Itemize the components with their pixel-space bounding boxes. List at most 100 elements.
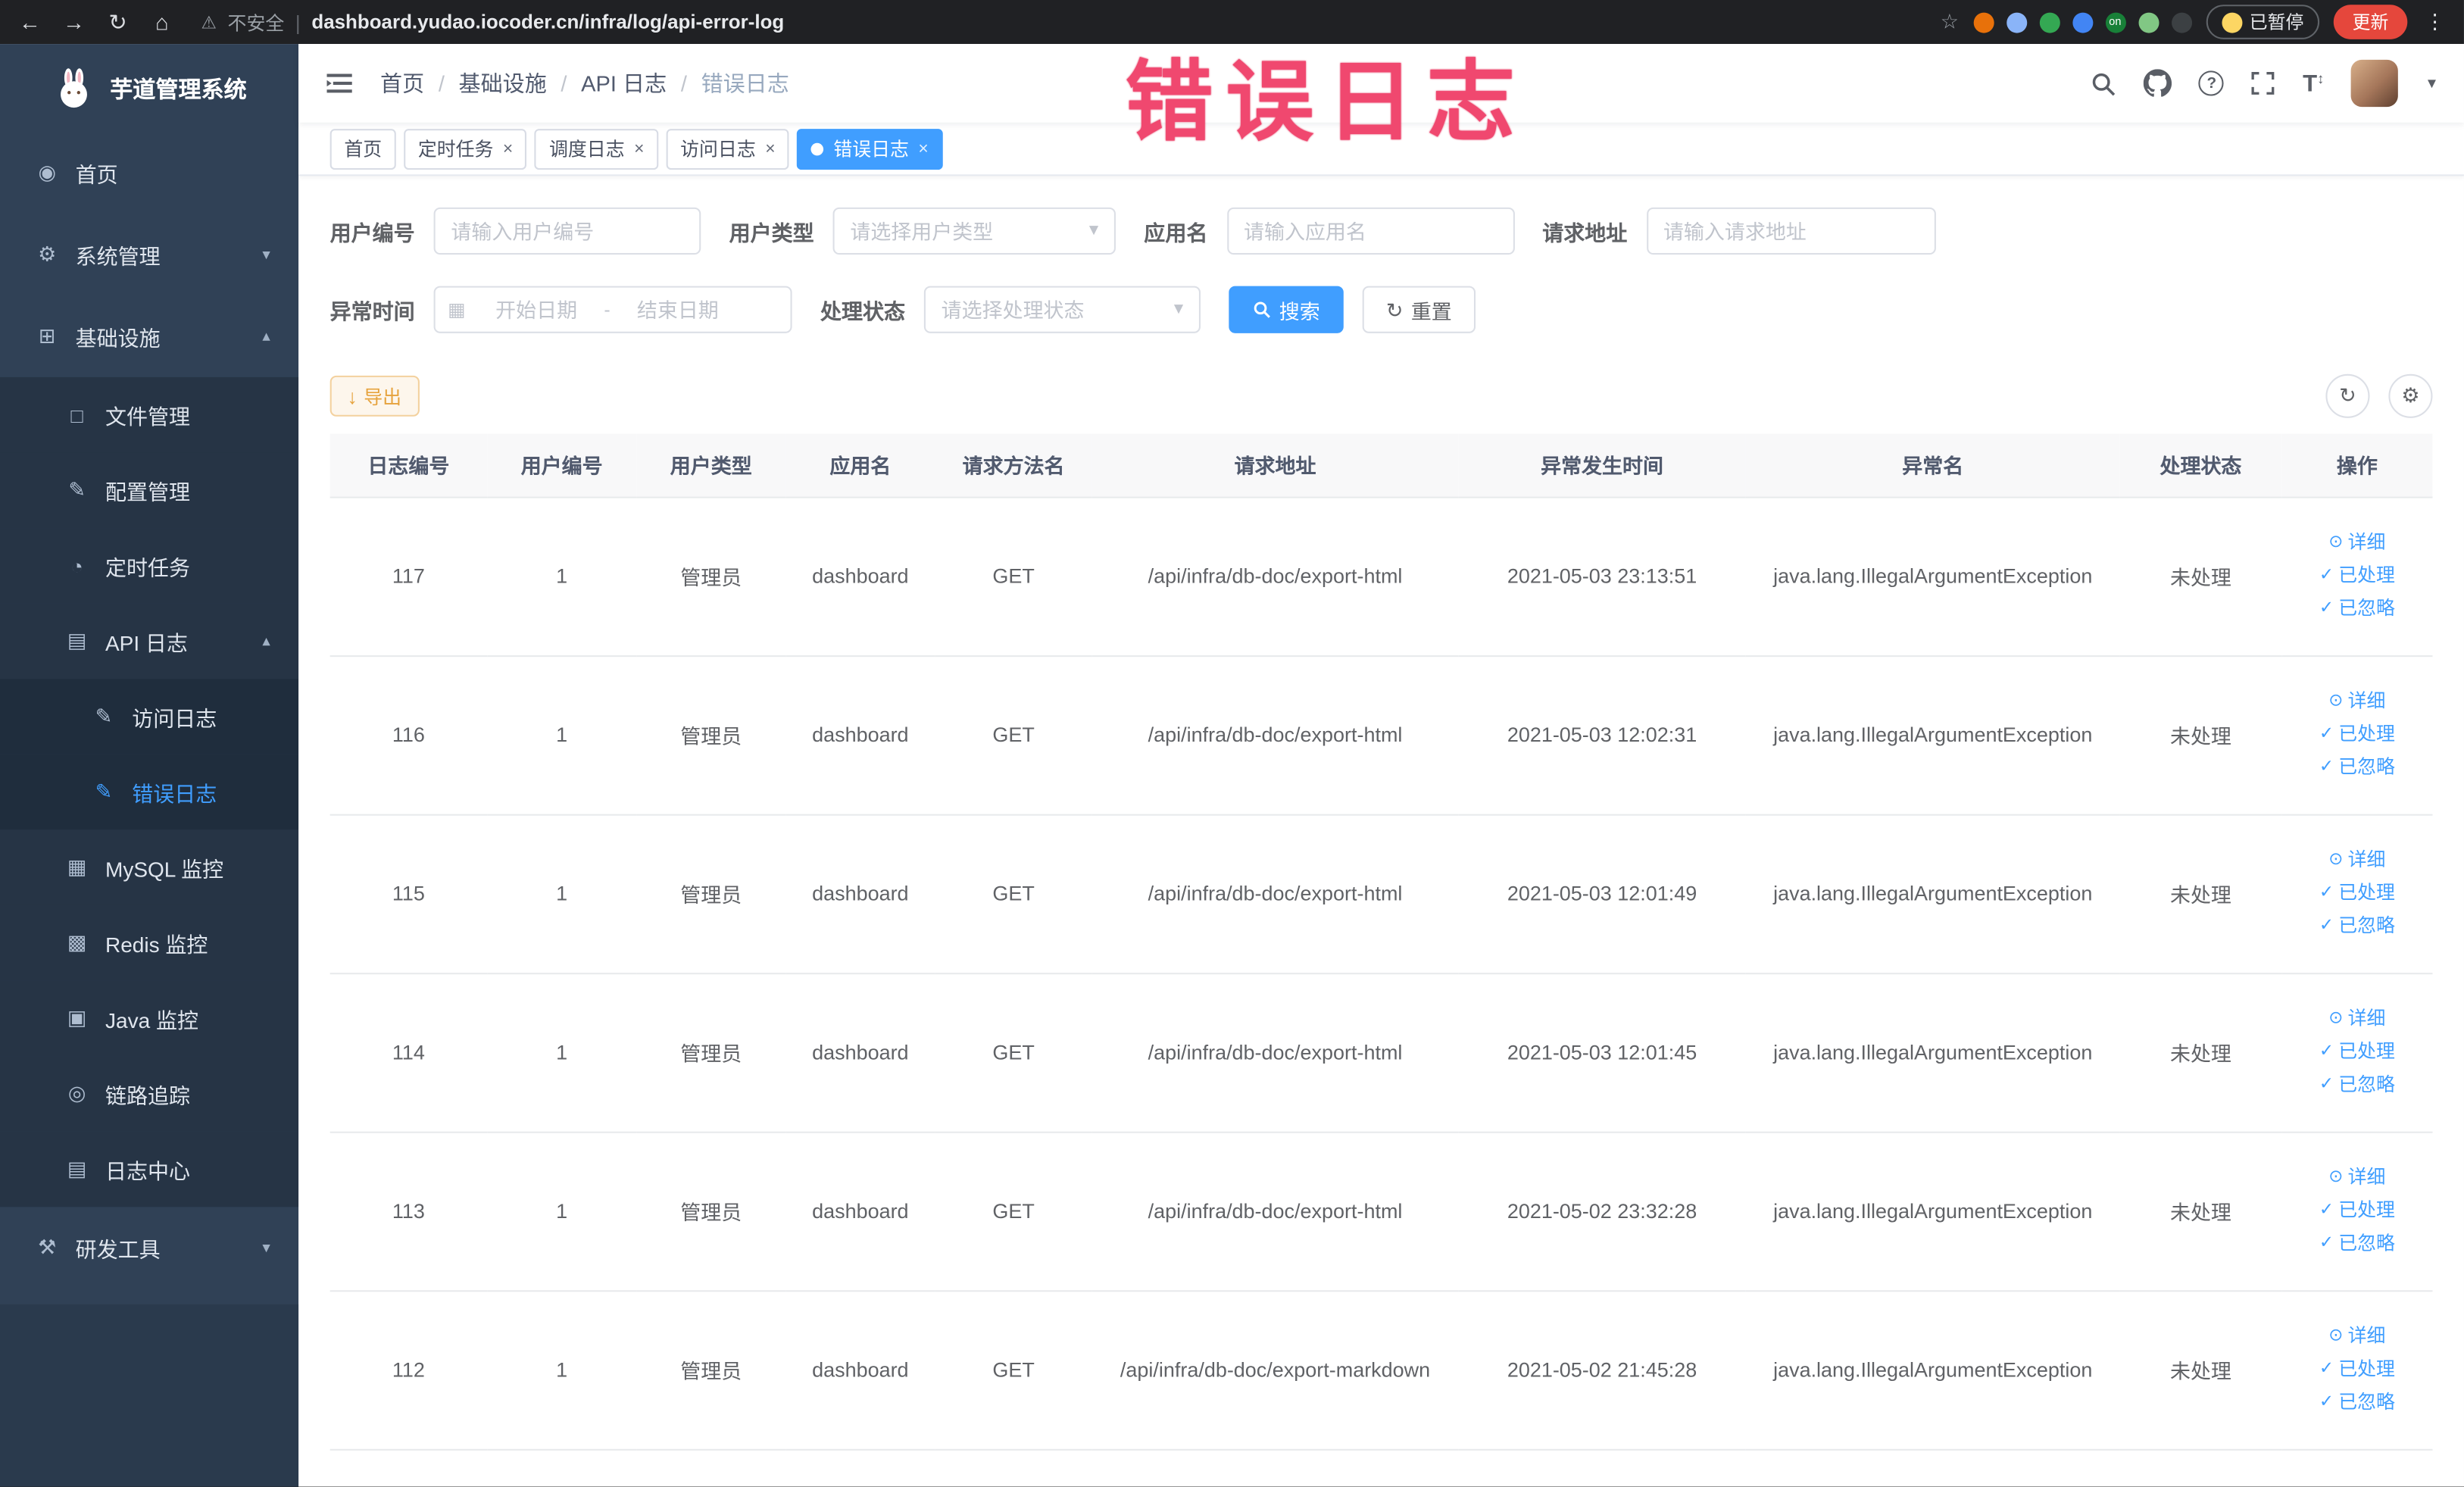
user-type-select[interactable] <box>832 207 1116 255</box>
mark-ignored-link[interactable]: ✓ 已忽略 <box>2288 910 2427 943</box>
address-bar[interactable]: ⚠ 不安全 | dashboard.yudao.iocoder.cn/infra… <box>201 8 1925 35</box>
tab-item[interactable]: 定时任务 × <box>404 128 527 170</box>
mark-ignored-link[interactable]: ✓ 已忽略 <box>2288 1227 2427 1261</box>
bookmark-star-icon[interactable]: ☆ <box>1941 9 1959 34</box>
sidebar-item[interactable]: ⚒ 研发工具 ▾ <box>0 1207 298 1289</box>
export-button[interactable]: ↓ 导出 <box>329 375 419 417</box>
detail-link[interactable]: ⊙ 详细 <box>2288 1161 2427 1195</box>
cell-user-id: 1 <box>487 973 637 1132</box>
extension-icon-orange[interactable] <box>1972 11 1994 33</box>
mark-processed-link[interactable]: ✓ 已处理 <box>2288 1195 2427 1228</box>
mark-processed-link[interactable]: ✓ 已处理 <box>2288 877 2427 911</box>
font-size-icon[interactable]: T↕ <box>2303 70 2324 96</box>
reset-button[interactable]: ↻ 重置 <box>1362 286 1476 333</box>
fullscreen-icon[interactable] <box>2251 70 2276 95</box>
error-log-table: 日志编号 用户编号 用户类型 应用名 请求方法名 请求地址 异常发生时间 异常名 处理状态 操作 … <box>329 433 2433 1450</box>
start-date-input[interactable] <box>472 298 601 322</box>
mark-processed-link[interactable]: ✓ 已处理 <box>2288 718 2427 751</box>
home-icon[interactable]: ⌂ <box>148 9 176 34</box>
detail-link[interactable]: ⊙ 详细 <box>2288 526 2427 560</box>
tab-close-icon[interactable]: × <box>918 139 928 158</box>
extension-icon-green-circle[interactable] <box>2038 11 2060 33</box>
mark-ignored-link[interactable]: ✓ 已忽略 <box>2288 592 2427 626</box>
breadcrumb-item[interactable]: 首页 <box>380 67 424 98</box>
mark-processed-link[interactable]: ✓ 已处理 <box>2288 560 2427 593</box>
breadcrumb-item[interactable]: API 日志 <box>581 67 667 98</box>
tab-item[interactable]: 错误日志 × <box>797 128 943 170</box>
cell-actions: ⊙ 详细 ✓ 已处理 ✓ 已忽略 <box>2281 1131 2433 1292</box>
sidebar-item[interactable]: ◔ 定时任务 <box>0 528 299 604</box>
sidebar-item[interactable]: ◉ 首页 <box>0 132 298 214</box>
breadcrumb-item[interactable]: 基础设施 <box>459 67 547 98</box>
sidebar-item[interactable]: ▤ 日志中心 <box>0 1131 299 1207</box>
sidebar-item[interactable]: □ 文件管理 <box>0 376 299 453</box>
paused-pill[interactable]: 已暂停 <box>2205 5 2320 39</box>
process-status-select[interactable] <box>923 286 1201 333</box>
sidebar-item[interactable]: ⊞ 基础设施 ▴ <box>0 295 298 377</box>
sidebar-item[interactable]: ▦ MySQL 监控 <box>0 829 299 905</box>
end-date-input[interactable] <box>613 298 742 322</box>
help-icon[interactable]: ? <box>2199 70 2225 96</box>
tab-item[interactable]: 调度日志 × <box>535 128 659 170</box>
column-header: 请求方法名 <box>935 433 1092 498</box>
forward-icon[interactable]: → <box>60 9 88 34</box>
sidebar-item[interactable]: ✎ 配置管理 <box>0 452 299 529</box>
sidebar-item[interactable]: ✎ 错误日志 <box>0 754 299 830</box>
cell-exception-time: 2021-05-03 23:13:51 <box>1458 496 1746 657</box>
detail-link[interactable]: ⊙ 详细 <box>2288 844 2427 877</box>
tab-close-icon[interactable]: × <box>634 139 644 158</box>
sidebar-item[interactable]: ▣ Java 监控 <box>0 980 299 1057</box>
extension-icon-blue-grid[interactable] <box>2072 11 2093 33</box>
tab-close-icon[interactable]: × <box>765 139 775 158</box>
detail-link[interactable]: ⊙ 详细 <box>2288 1320 2427 1354</box>
column-settings-button[interactable]: ⚙ <box>2388 373 2433 418</box>
mark-processed-link[interactable]: ✓ 已处理 <box>2288 1036 2427 1069</box>
mysql-icon: ▦ <box>67 854 87 879</box>
update-button[interactable]: 更新 <box>2333 5 2408 39</box>
detail-link[interactable]: ⊙ 详细 <box>2288 1003 2427 1036</box>
sidebar-item[interactable]: ◎ 链路追踪 <box>0 1056 299 1132</box>
cell-status: 未处理 <box>2119 973 2282 1132</box>
breadcrumb-separator: / <box>561 70 567 96</box>
mark-processed-link[interactable]: ✓ 已处理 <box>2288 1353 2427 1386</box>
extension-icon-leaf[interactable] <box>2138 11 2159 33</box>
app-name-input[interactable] <box>1226 207 1514 255</box>
date-range-picker[interactable]: ▦ - <box>433 286 792 333</box>
sidebar-item[interactable]: ▤ API 日志 ▴ <box>0 603 299 679</box>
detail-link[interactable]: ⊙ 详细 <box>2288 686 2427 719</box>
cell-log-id: 114 <box>329 973 488 1132</box>
user-id-input[interactable] <box>433 207 701 255</box>
reload-icon[interactable]: ↻ <box>104 8 132 35</box>
sidebar-item[interactable]: ⚙ 系统管理 ▾ <box>0 214 298 295</box>
logo-area[interactable]: 芋道管理系统 <box>0 44 298 132</box>
extension-icon-on-badge[interactable]: on <box>2104 11 2125 33</box>
mark-ignored-link[interactable]: ✓ 已忽略 <box>2288 1069 2427 1102</box>
sidebar-item[interactable]: ▩ Redis 监控 <box>0 904 299 981</box>
sidebar-item[interactable]: ✎ 访问日志 <box>0 679 299 754</box>
sidebar-filler <box>0 1304 299 1487</box>
refresh-table-button[interactable]: ↻ <box>2325 373 2370 418</box>
github-icon[interactable] <box>2144 69 2172 97</box>
search-button[interactable]: 搜索 <box>1229 286 1344 333</box>
cell-exception-name: java.lang.IllegalArgumentException <box>1745 814 2120 974</box>
column-header: 用户类型 <box>636 433 786 498</box>
mark-ignored-link[interactable]: ✓ 已忽略 <box>2288 1386 2427 1420</box>
extension-icon-pin[interactable] <box>2171 11 2192 33</box>
tab-item[interactable]: 首页 <box>329 128 396 170</box>
cell-exception-name: java.lang.IllegalArgumentException <box>1745 1131 2120 1292</box>
back-icon[interactable]: ← <box>16 9 44 34</box>
tab-close-icon[interactable]: × <box>503 139 513 158</box>
tab-item[interactable]: 访问日志 × <box>666 128 790 170</box>
user-avatar[interactable] <box>2350 59 2399 108</box>
breadcrumb-item[interactable]: 错误日志 <box>701 67 789 98</box>
mark-ignored-link[interactable]: ✓ 已忽略 <box>2288 751 2427 785</box>
request-url-input[interactable] <box>1646 207 1935 255</box>
search-icon[interactable] <box>2091 70 2117 96</box>
extension-icon-lightblue[interactable] <box>2006 11 2027 33</box>
hamburger-icon[interactable] <box>323 67 354 98</box>
tab-label: 调度日志 <box>549 138 625 161</box>
cell-method: GET <box>935 1290 1092 1450</box>
chrome-menu-icon[interactable]: ⋮ <box>2422 9 2448 34</box>
cell-app-name: dashboard <box>785 973 935 1132</box>
avatar-caret-icon[interactable]: ▼ <box>2425 76 2439 92</box>
